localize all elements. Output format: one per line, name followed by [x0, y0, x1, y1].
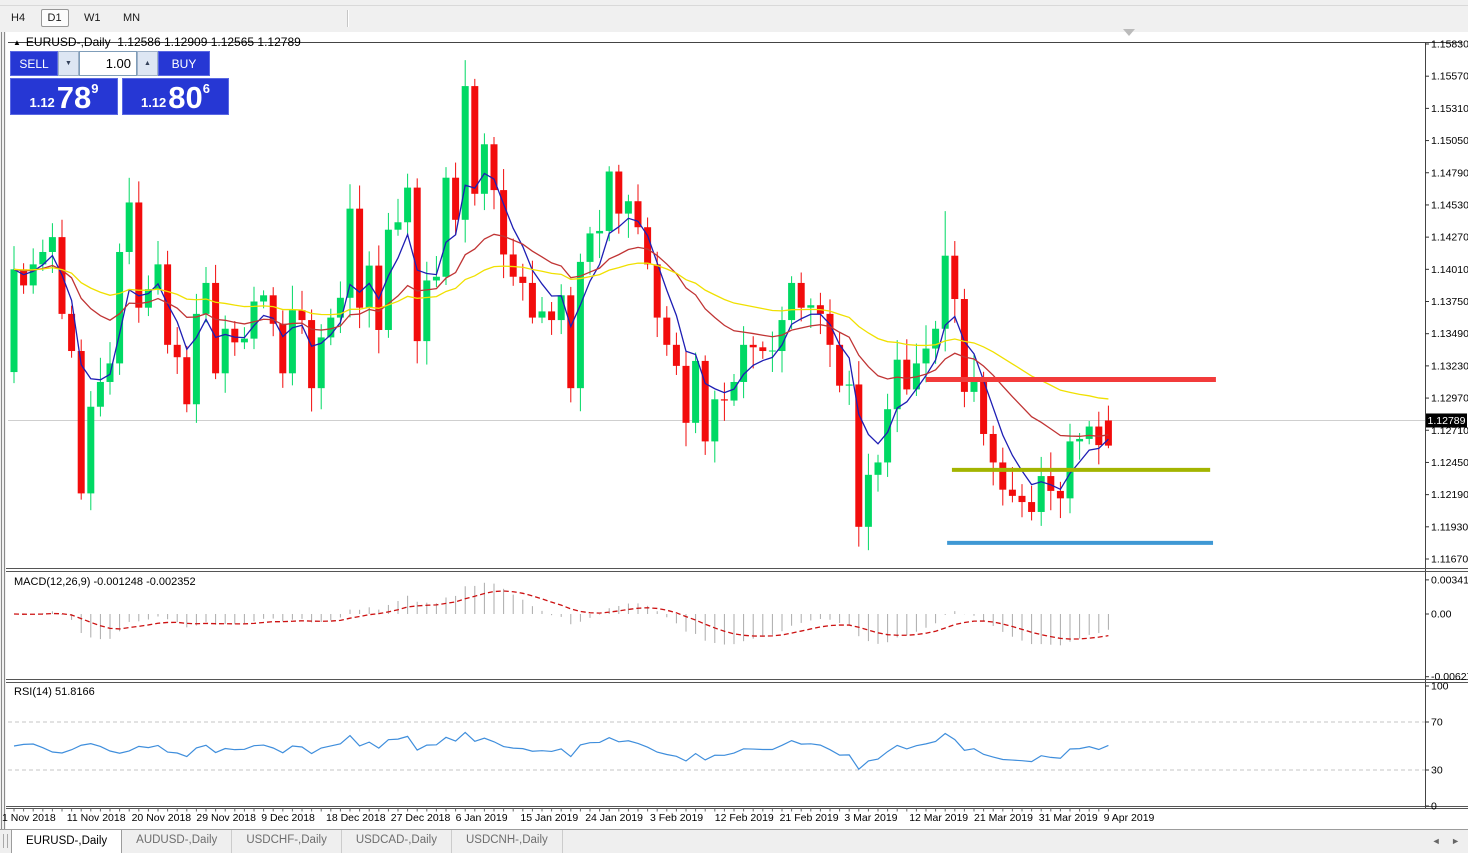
svg-text:6 Jan 2019: 6 Jan 2019 [456, 812, 508, 824]
svg-text:3 Feb 2019: 3 Feb 2019 [650, 812, 703, 824]
timeframe-toolbar: H4 D1 W1 MN [0, 6, 1468, 31]
buy-price-pip-digit: 6 [203, 82, 210, 95]
svg-text:24 Jan 2019: 24 Jan 2019 [585, 812, 643, 824]
buy-price-big-digits: 80 [168, 84, 202, 112]
date-axis: 1 Nov 2018 11 Nov 2018 20 Nov 2018 29 Nov 2… [2, 809, 1155, 825]
svg-text:12 Feb 2019: 12 Feb 2019 [715, 812, 774, 824]
svg-text:9 Dec 2018: 9 Dec 2018 [261, 812, 315, 824]
chart-canvas[interactable]: 1.15830 1.15570 1.15310 1.15050 1.14790 1.145… [0, 0, 1468, 853]
svg-text:1.12450: 1.12450 [1431, 457, 1468, 469]
timeframe-button-h4[interactable]: H4 [4, 9, 32, 27]
svg-text:0.003412: 0.003412 [1431, 574, 1468, 586]
one-click-trade-panel: SELL ▼ ▲ BUY 1.12 78 9 1.12 80 6 [10, 51, 231, 115]
volume-increase-button[interactable]: ▲ [137, 51, 158, 76]
svg-text:30: 30 [1431, 765, 1443, 777]
svg-text:21 Feb 2019: 21 Feb 2019 [780, 812, 839, 824]
volume-input[interactable] [79, 51, 137, 76]
chart-symbol-label: EURUSD-,Daily [26, 35, 111, 49]
svg-text:1.15310: 1.15310 [1431, 103, 1468, 115]
svg-text:1.11930: 1.11930 [1431, 521, 1468, 533]
svg-text:1.11670: 1.11670 [1431, 554, 1468, 566]
buy-button[interactable]: BUY [158, 51, 210, 76]
timeframe-button-d1[interactable]: D1 [41, 9, 69, 27]
svg-text:11 Nov 2018: 11 Nov 2018 [67, 812, 126, 824]
price-axis: 1.15830 1.15570 1.15310 1.15050 1.14790 1.145… [1425, 39, 1468, 566]
symbol-tab-bar: EURUSD-,Daily AUDUSD-,Daily USDCHF-,Dail… [0, 829, 1468, 853]
symbol-marker-icon: ▲ [13, 38, 21, 47]
svg-text:15 Jan 2019: 15 Jan 2019 [520, 812, 578, 824]
svg-text:1.13230: 1.13230 [1431, 360, 1468, 372]
svg-text:21 Mar 2019: 21 Mar 2019 [974, 812, 1033, 824]
macd-axis: 0.0034120.00-0.006271 [1425, 574, 1468, 683]
rsi-indicator-label: RSI(14) 51.8166 [14, 686, 95, 698]
current-price-badge: 1.12789 [1426, 413, 1467, 427]
scroll-to-end-icon[interactable] [1123, 29, 1135, 36]
macd-histogram [14, 583, 1108, 646]
svg-text:1.14530: 1.14530 [1431, 199, 1468, 211]
sell-price-prefix: 1.12 [29, 96, 54, 109]
timeframe-button-w1[interactable]: W1 [77, 9, 108, 27]
svg-text:0.00: 0.00 [1431, 609, 1452, 621]
buy-price-box[interactable]: 1.12 80 6 [122, 78, 229, 115]
svg-text:1.15570: 1.15570 [1431, 71, 1468, 83]
window-frame [2, 32, 1468, 829]
tab-usdchf-daily[interactable]: USDCHF-,Daily [232, 830, 342, 853]
sell-price-pip-digit: 9 [91, 82, 98, 95]
sell-button[interactable]: SELL [10, 51, 58, 76]
svg-text:18 Dec 2018: 18 Dec 2018 [326, 812, 386, 824]
svg-text:1.15830: 1.15830 [1431, 39, 1468, 51]
svg-text:31 Mar 2019: 31 Mar 2019 [1039, 812, 1098, 824]
toolbar-separator [347, 10, 349, 27]
svg-text:9 Apr 2019: 9 Apr 2019 [1104, 812, 1155, 824]
rsi-axis: 100 70 30 0 [1425, 681, 1449, 813]
svg-text:1.12970: 1.12970 [1431, 393, 1468, 405]
svg-text:100: 100 [1431, 681, 1449, 693]
tab-usdcad-daily[interactable]: USDCAD-,Daily [342, 830, 452, 853]
svg-text:20 Nov 2018: 20 Nov 2018 [132, 812, 192, 824]
volume-decrease-button[interactable]: ▼ [58, 51, 79, 76]
rsi-line [14, 732, 1108, 769]
svg-text:1.13490: 1.13490 [1431, 328, 1468, 340]
sell-price-box[interactable]: 1.12 78 9 [10, 78, 118, 115]
buy-price-prefix: 1.12 [141, 96, 166, 109]
candles-layer [11, 60, 1112, 550]
svg-text:27 Dec 2018: 27 Dec 2018 [391, 812, 451, 824]
sell-price-big-digits: 78 [57, 84, 91, 112]
tab-scroll-right-icon[interactable]: ► [1451, 836, 1460, 846]
svg-text:70: 70 [1431, 717, 1443, 729]
tabbar-grip [3, 834, 8, 848]
svg-text:1 Nov 2018: 1 Nov 2018 [2, 812, 56, 824]
svg-text:29 Nov 2018: 29 Nov 2018 [196, 812, 256, 824]
tab-usdcnh-daily[interactable]: USDCNH-,Daily [452, 830, 563, 853]
svg-text:3 Mar 2019: 3 Mar 2019 [844, 812, 897, 824]
chart-title: ▲ EURUSD-,Daily 1.12586 1.12909 1.12565 1… [13, 35, 301, 49]
trading-platform-window: H4 D1 W1 MN 1.15830 1.15570 1.15310 1.15050… [0, 0, 1468, 853]
tab-scroll-arrows: ◄ ► [1424, 836, 1460, 846]
timeframe-button-mn[interactable]: MN [116, 9, 147, 27]
tab-audusd-daily[interactable]: AUDUSD-,Daily [122, 830, 232, 853]
svg-text:1.13750: 1.13750 [1431, 296, 1468, 308]
svg-text:12 Mar 2019: 12 Mar 2019 [909, 812, 968, 824]
svg-text:1.14790: 1.14790 [1431, 167, 1468, 179]
svg-text:1.12190: 1.12190 [1431, 489, 1468, 501]
rsi-level-lines [8, 722, 1425, 770]
tab-scroll-left-icon[interactable]: ◄ [1432, 836, 1441, 846]
svg-text:1.14010: 1.14010 [1431, 264, 1468, 276]
chart-ohlc-values: 1.12586 1.12909 1.12565 1.12789 [117, 35, 301, 49]
svg-text:0: 0 [1431, 801, 1437, 813]
svg-text:1.15050: 1.15050 [1431, 135, 1468, 147]
svg-text:1.14270: 1.14270 [1431, 232, 1468, 244]
macd-indicator-label: MACD(12,26,9) -0.001248 -0.002352 [14, 576, 196, 588]
svg-text:1.12789: 1.12789 [1428, 415, 1466, 427]
tab-eurusd-daily[interactable]: EURUSD-,Daily [11, 829, 122, 853]
